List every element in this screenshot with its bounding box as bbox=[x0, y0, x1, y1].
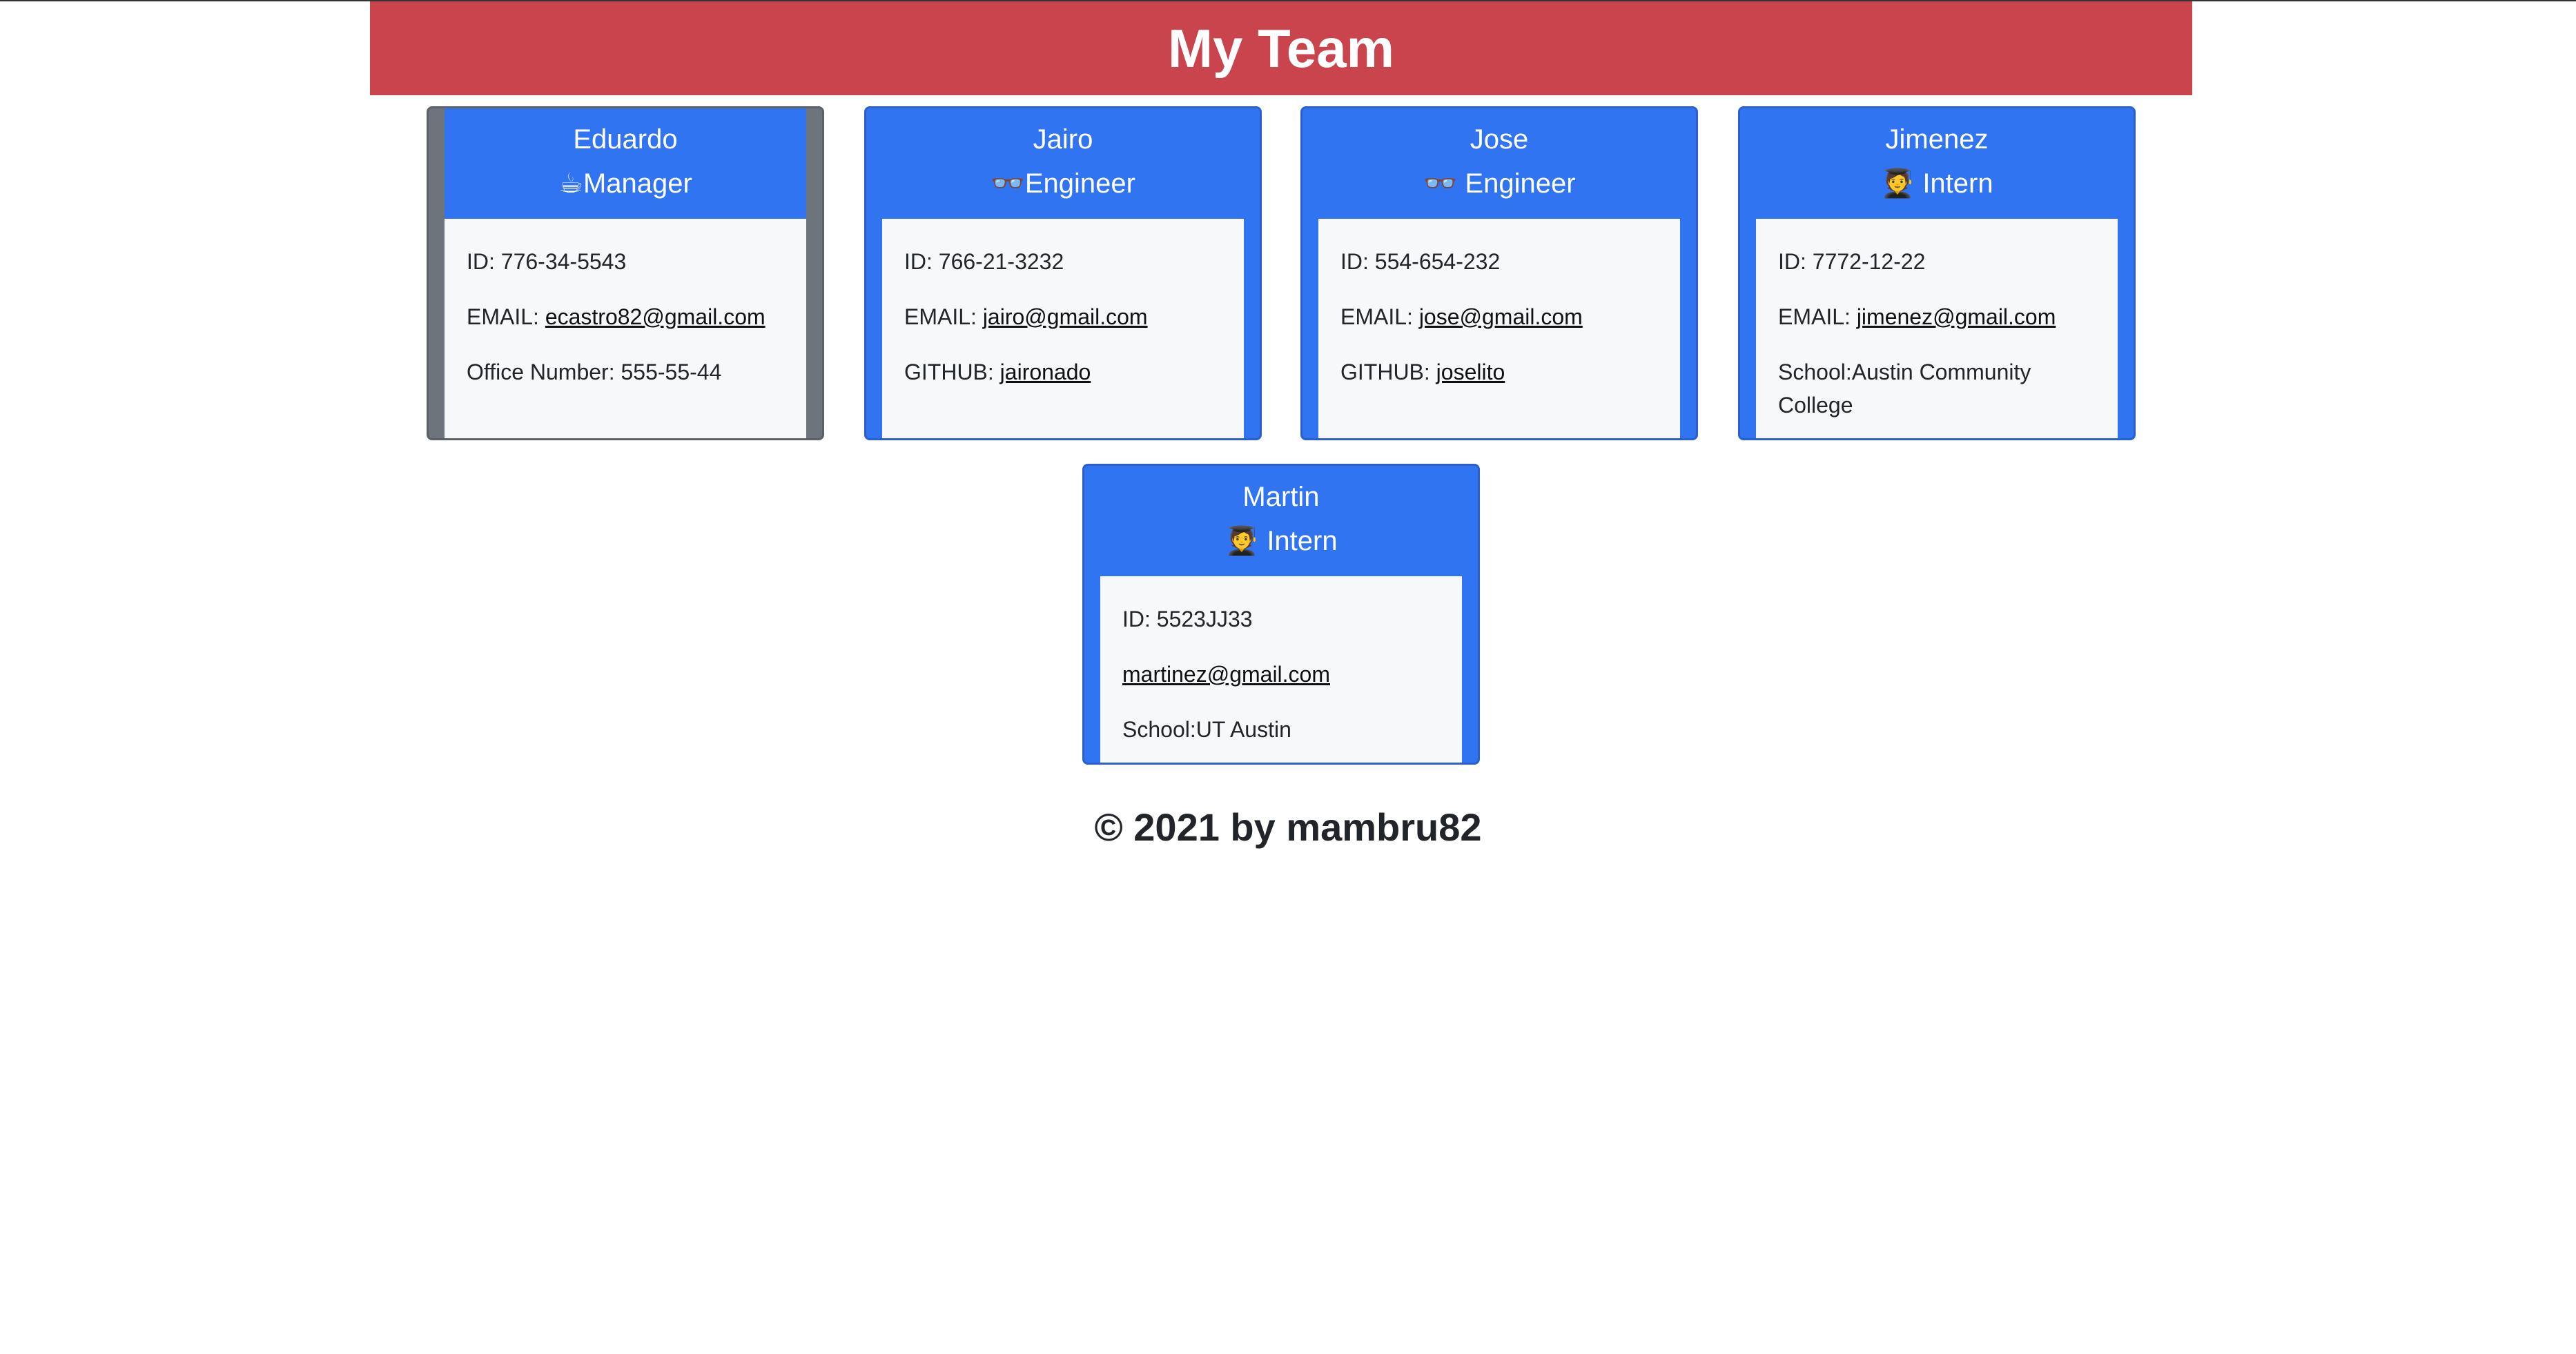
employee-card-martin: Martin 🧑‍🎓 Intern ID: 5523JJ33 martinez@… bbox=[1082, 464, 1480, 765]
employee-email-line: EMAIL: ecastro82@gmail.com bbox=[467, 304, 765, 329]
page-title: My Team bbox=[1168, 17, 1394, 79]
employee-id: ID: 7772-12-22 bbox=[1778, 249, 1926, 274]
office-number: Office Number: 555-55-44 bbox=[467, 360, 722, 384]
employee-role: 👓Engineer bbox=[991, 168, 1135, 199]
employee-email-line: EMAIL: jairo@gmail.com bbox=[904, 304, 1148, 329]
employee-email-line: martinez@gmail.com bbox=[1122, 658, 1440, 691]
email-link[interactable]: martinez@gmail.com bbox=[1122, 662, 1330, 687]
employee-card-eduardo: Eduardo ☕Manager ID: 776-34-5543 EMAIL: … bbox=[427, 106, 824, 440]
employee-role: ☕Manager bbox=[558, 168, 692, 199]
card-header: Eduardo ☕Manager bbox=[445, 108, 806, 219]
employee-card-jose: Jose 👓 Engineer ID: 554-654-232 EMAIL: j… bbox=[1300, 106, 1698, 440]
card-body: ID: 7772-12-22 EMAIL: jimenez@gmail.com … bbox=[1756, 219, 2118, 438]
email-link[interactable]: ecastro82@gmail.com bbox=[545, 304, 765, 329]
employee-name: Jairo bbox=[1033, 124, 1093, 155]
card-body: ID: 554-654-232 EMAIL: jose@gmail.com GI… bbox=[1318, 219, 1680, 438]
card-body: ID: 776-34-5543 EMAIL: ecastro82@gmail.c… bbox=[445, 219, 806, 438]
employee-role: 👓 Engineer bbox=[1423, 168, 1576, 199]
email-link[interactable]: jimenez@gmail.com bbox=[1857, 304, 2056, 329]
card-header: Martin 🧑‍🎓 Intern bbox=[1084, 466, 1478, 576]
employee-email-line: EMAIL: jose@gmail.com bbox=[1340, 304, 1583, 329]
employee-id: ID: 776-34-5543 bbox=[467, 249, 627, 274]
employee-name: Eduardo bbox=[573, 124, 678, 155]
employee-id: ID: 766-21-3232 bbox=[904, 249, 1064, 274]
page-header: My Team bbox=[370, 1, 2192, 95]
employee-role: 🧑‍🎓 Intern bbox=[1224, 526, 1338, 556]
github-line: GITHUB: jaironado bbox=[904, 360, 1091, 384]
github-line: GITHUB: joselito bbox=[1340, 360, 1505, 384]
card-body: ID: 766-21-3232 EMAIL: jairo@gmail.com G… bbox=[882, 219, 1244, 438]
employee-name: Martin bbox=[1242, 482, 1320, 512]
card-header: Jose 👓 Engineer bbox=[1302, 108, 1696, 219]
school-line: School:Austin Community College bbox=[1778, 360, 2031, 418]
card-header: Jairo 👓Engineer bbox=[866, 108, 1260, 219]
employee-email-line: EMAIL: jimenez@gmail.com bbox=[1778, 304, 2056, 329]
card-body: ID: 5523JJ33 martinez@gmail.com School:U… bbox=[1100, 576, 1462, 763]
employee-name: Jimenez bbox=[1885, 124, 1989, 155]
github-link[interactable]: joselito bbox=[1436, 360, 1505, 384]
coffee-icon: ☕ bbox=[558, 168, 583, 199]
employee-card-jairo: Jairo 👓Engineer ID: 766-21-3232 EMAIL: j… bbox=[864, 106, 1262, 440]
employee-card-jimenez: Jimenez 🧑‍🎓 Intern ID: 7772-12-22 EMAIL:… bbox=[1738, 106, 2136, 440]
graduate-icon: 🧑‍🎓 bbox=[1880, 168, 1915, 199]
footer-copyright: © 2021 by mambru82 bbox=[1094, 805, 1482, 849]
email-link[interactable]: jose@gmail.com bbox=[1419, 304, 1583, 329]
employee-id: ID: 554-654-232 bbox=[1340, 249, 1501, 274]
employee-name: Jose bbox=[1470, 124, 1529, 155]
card-header: Jimenez 🧑‍🎓 Intern bbox=[1740, 108, 2134, 219]
employee-role: 🧑‍🎓 Intern bbox=[1880, 168, 1993, 199]
glasses-icon: 👓 bbox=[1423, 168, 1458, 199]
email-link[interactable]: jairo@gmail.com bbox=[983, 304, 1148, 329]
github-link[interactable]: jaironado bbox=[1000, 360, 1091, 384]
graduate-icon: 🧑‍🎓 bbox=[1224, 526, 1260, 556]
school-line: School:UT Austin bbox=[1122, 717, 1291, 742]
glasses-icon: 👓 bbox=[991, 168, 1025, 199]
employee-id: ID: 5523JJ33 bbox=[1122, 607, 1253, 631]
